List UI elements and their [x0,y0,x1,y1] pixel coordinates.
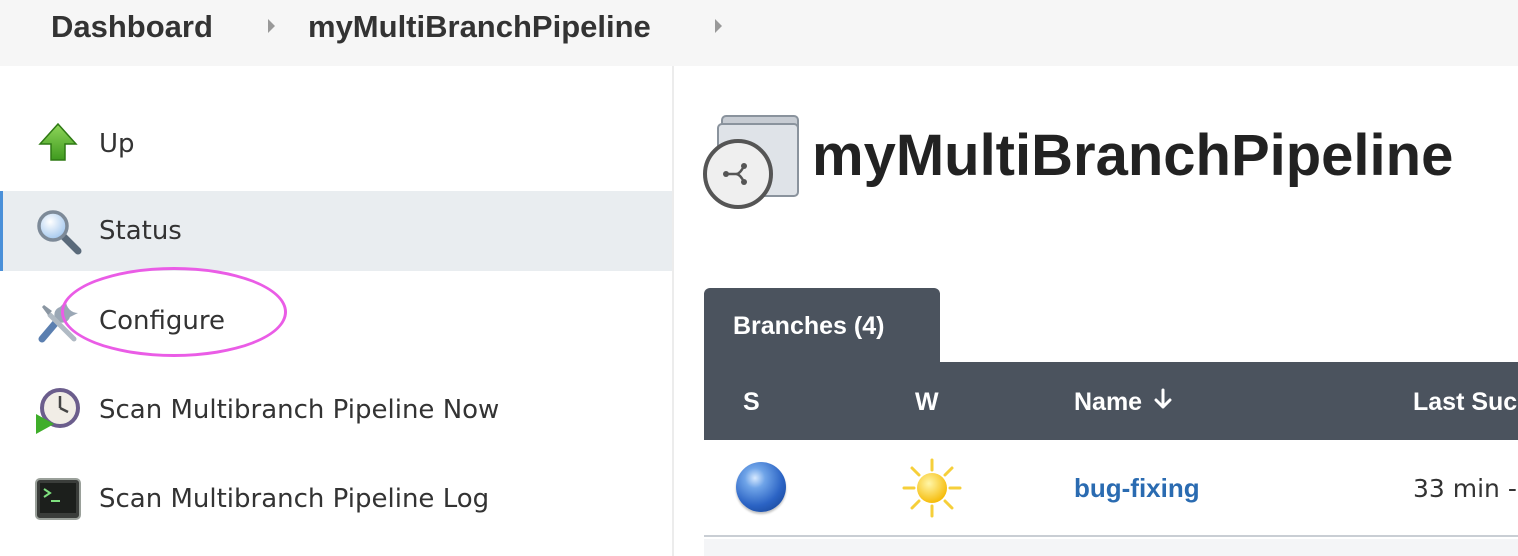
status-ball-icon [736,462,786,512]
breadcrumb-dashboard[interactable]: Dashboard [51,8,213,46]
breadcrumb: Dashboard myMultiBranchPipeline [0,0,1518,66]
column-header-last-success[interactable]: Last Suc [1413,388,1517,417]
last-success-time: 33 min - [1413,474,1517,503]
sidebar-item-scan-now[interactable]: Scan Multibranch Pipeline Now [0,370,672,450]
sidebar-item-label: Up [99,129,135,159]
breadcrumb-separator-icon[interactable] [715,19,722,33]
configure-highlight-annotation [61,267,287,357]
tab-branches[interactable]: Branches (4) [704,288,940,364]
up-arrow-icon [38,122,78,161]
arrow-down-icon [1154,388,1172,409]
sunny-icon [902,458,962,518]
breadcrumb-pipeline[interactable]: myMultiBranchPipeline [308,8,651,46]
table-row [704,539,1518,556]
column-header-name-label: Name [1074,388,1143,416]
column-header-name[interactable]: Name [1074,388,1172,417]
breadcrumb-separator-icon[interactable] [268,19,275,33]
terminal-icon [35,478,81,520]
magnifier-icon [37,210,82,255]
branch-link[interactable]: bug-fixing [1074,473,1200,504]
sidebar-item-up[interactable]: Up [0,104,672,184]
sidebar-item-label: Scan Multibranch Pipeline Log [99,484,490,514]
scan-clock-icon [36,388,80,434]
sidebar-item-scan-log[interactable]: Scan Multibranch Pipeline Log [0,459,672,539]
sidebar-item-label: Status [99,216,182,246]
multibranch-folder-icon [703,115,799,209]
tab-label: Branches (4) [733,312,885,340]
sidebar-item-status[interactable]: Status [0,191,672,271]
page-title: myMultiBranchPipeline [812,123,1454,188]
active-indicator [0,191,3,271]
column-header-weather[interactable]: W [915,388,939,417]
table-row: bug-fixing 33 min - [704,440,1518,537]
sidebar-divider [672,66,674,556]
table-header: S W Name Last Suc [704,362,1518,440]
column-header-status[interactable]: S [743,388,760,417]
sidebar-item-label: Scan Multibranch Pipeline Now [99,395,500,425]
